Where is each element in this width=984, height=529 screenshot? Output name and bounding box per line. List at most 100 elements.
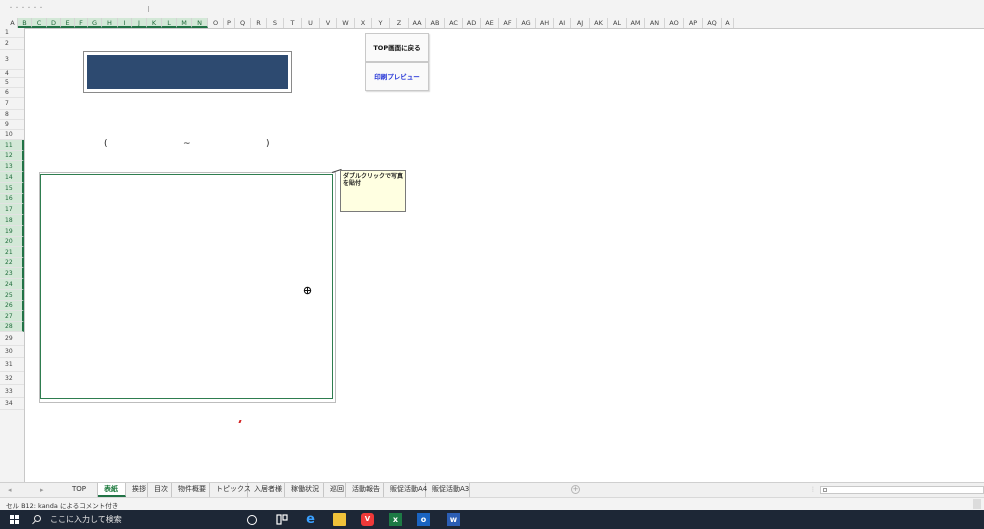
file-explorer-icon[interactable] [333, 513, 346, 526]
row-header-12[interactable]: 12 [0, 151, 24, 161]
row-header-33[interactable]: 33 [0, 385, 24, 398]
print-preview-button[interactable]: 印刷プレビュー [365, 62, 429, 91]
sheet-tab[interactable]: 挨拶 [126, 483, 148, 497]
row-header-30[interactable]: 30 [0, 346, 24, 358]
row-header-26[interactable]: 26 [0, 301, 24, 311]
sheet-tab[interactable]: 表紙 [98, 483, 126, 497]
column-header-x[interactable]: X [355, 18, 372, 28]
photo-placeholder-area[interactable] [40, 174, 333, 399]
column-header-af[interactable]: AF [499, 18, 517, 28]
row-header-19[interactable]: 19 [0, 226, 24, 237]
column-header-an[interactable]: AN [645, 18, 665, 28]
row-header-3[interactable]: 3 [0, 50, 24, 70]
sheet-tab[interactable]: TOP [66, 483, 98, 497]
column-header-aq[interactable]: AQ [703, 18, 722, 28]
sheet-tab[interactable]: 販促活動A3 [426, 483, 470, 497]
row-header-23[interactable]: 23 [0, 268, 24, 279]
row-header-1[interactable]: 1 [0, 28, 24, 38]
column-header-ak[interactable]: AK [590, 18, 608, 28]
sheet-tab[interactable]: トピックス [210, 483, 251, 497]
column-header-ad[interactable]: AD [463, 18, 481, 28]
column-header-f[interactable]: F [75, 18, 88, 28]
row-header-31[interactable]: 31 [0, 358, 24, 372]
horizontal-scrollbar[interactable] [820, 486, 984, 494]
row-header-11[interactable]: 11 [0, 140, 24, 151]
task-view-icon[interactable] [276, 513, 289, 526]
column-header-ah[interactable]: AH [536, 18, 554, 28]
sheet-tab[interactable]: 稼働状況 [285, 483, 324, 497]
column-header-m[interactable]: M [177, 18, 192, 28]
row-header-10[interactable]: 10 [0, 130, 24, 140]
column-header-a[interactable]: A [8, 18, 18, 28]
column-header-z[interactable]: Z [390, 18, 409, 28]
column-header-w[interactable]: W [337, 18, 355, 28]
column-header-d[interactable]: D [47, 18, 61, 28]
row-header-34[interactable]: 34 [0, 398, 24, 410]
row-header-6[interactable]: 6 [0, 88, 24, 98]
sheet-tab[interactable]: 入居者様 [248, 483, 285, 497]
row-header-7[interactable]: 7 [0, 98, 24, 110]
column-header-i[interactable]: I [118, 18, 132, 28]
sheet-tab[interactable]: 物件概要 [172, 483, 210, 497]
row-header-27[interactable]: 27 [0, 311, 24, 322]
row-header-8[interactable]: 8 [0, 110, 24, 120]
row-header-28[interactable]: 28 [0, 322, 24, 332]
row-header-13[interactable]: 13 [0, 161, 24, 172]
windows-start-icon[interactable] [10, 515, 20, 525]
sheet-tab[interactable]: 活動報告 [346, 483, 384, 497]
tabs-splitter-icon[interactable]: ⋮ [810, 486, 816, 493]
column-header-ac[interactable]: AC [445, 18, 463, 28]
column-header-c[interactable]: C [32, 18, 47, 28]
column-header-a[interactable]: A [722, 18, 734, 28]
column-header-aj[interactable]: AJ [571, 18, 590, 28]
column-header-ao[interactable]: AO [665, 18, 684, 28]
vivaldi-icon[interactable]: V [361, 513, 374, 526]
column-header-r[interactable]: R [251, 18, 267, 28]
top-screen-button[interactable]: TOP画面に戻る [365, 33, 429, 62]
row-header-5[interactable]: 5 [0, 78, 24, 88]
row-header-29[interactable]: 29 [0, 332, 24, 346]
excel-icon[interactable]: x [389, 513, 402, 526]
column-header-ap[interactable]: AP [684, 18, 703, 28]
column-header-o[interactable]: O [208, 18, 224, 28]
column-header-s[interactable]: S [267, 18, 284, 28]
row-header-4[interactable]: 4 [0, 70, 24, 78]
column-header-j[interactable]: J [132, 18, 147, 28]
column-header-h[interactable]: H [102, 18, 118, 28]
word-icon[interactable]: w [447, 513, 460, 526]
row-header-25[interactable]: 25 [0, 290, 24, 301]
column-header-ag[interactable]: AG [517, 18, 536, 28]
sheet-tab[interactable]: 販促活動A4 [384, 483, 427, 497]
add-sheet-icon[interactable]: + [571, 485, 580, 494]
column-header-q[interactable]: Q [235, 18, 251, 28]
row-header-18[interactable]: 18 [0, 215, 24, 226]
column-header-l[interactable]: L [162, 18, 177, 28]
column-header-v[interactable]: V [320, 18, 337, 28]
column-header-e[interactable]: E [61, 18, 75, 28]
tab-scroll-right-icon[interactable]: ▸ [40, 486, 44, 494]
row-header-20[interactable]: 20 [0, 237, 24, 247]
row-header-15[interactable]: 15 [0, 183, 24, 194]
taskbar-search-box[interactable]: ここに入力して検索 [34, 513, 224, 526]
title-banner[interactable] [83, 51, 292, 93]
row-header-16[interactable]: 16 [0, 194, 24, 204]
row-header-32[interactable]: 32 [0, 372, 24, 385]
column-header-k[interactable]: K [147, 18, 162, 28]
row-header-21[interactable]: 21 [0, 247, 24, 258]
tab-scroll-left-icon[interactable]: ◂ [8, 486, 12, 494]
row-header-17[interactable]: 17 [0, 204, 24, 215]
column-header-ab[interactable]: AB [426, 18, 445, 28]
column-header-u[interactable]: U [302, 18, 320, 28]
outlook-icon[interactable]: o [417, 513, 430, 526]
column-header-b[interactable]: B [18, 18, 32, 28]
edge-icon[interactable]: e [304, 513, 317, 526]
cortana-icon[interactable] [247, 515, 257, 525]
column-header-ae[interactable]: AE [481, 18, 499, 28]
column-header-n[interactable]: N [192, 18, 208, 28]
column-header-am[interactable]: AM [627, 18, 645, 28]
column-header-aa[interactable]: AA [409, 18, 426, 28]
row-header-22[interactable]: 22 [0, 258, 24, 268]
column-header-ai[interactable]: AI [554, 18, 571, 28]
row-header-14[interactable]: 14 [0, 172, 24, 183]
column-header-y[interactable]: Y [372, 18, 390, 28]
